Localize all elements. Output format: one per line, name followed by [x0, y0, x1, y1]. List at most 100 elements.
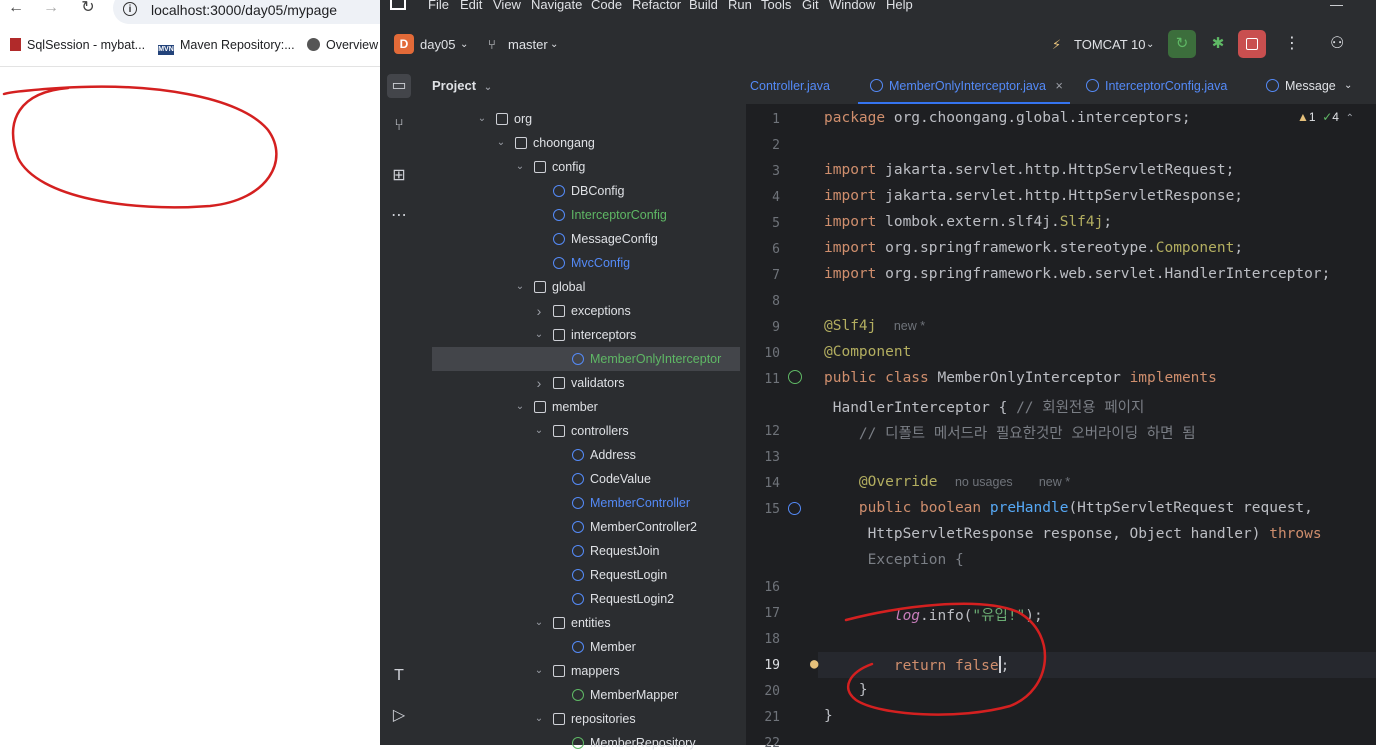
tree-item-global[interactable]: ⌄ global: [418, 275, 740, 299]
intellij-ide-window: File Edit View Navigate Code Refactor Bu…: [380, 0, 1376, 751]
branch-chevron-down-icon[interactable]: ⌄: [550, 39, 558, 50]
tree-item-codevalue[interactable]: CodeValue: [418, 467, 740, 491]
inlay-hint[interactable]: no usages: [955, 475, 1013, 489]
tree-item-repositories[interactable]: ⌄ repositories: [418, 707, 740, 731]
chevron-down-icon[interactable]: ⌄: [533, 707, 545, 731]
rerun-button[interactable]: ↻: [1168, 30, 1196, 58]
menu-help[interactable]: Help: [886, 0, 913, 12]
menu-tools[interactable]: Tools: [761, 0, 791, 12]
main-toolbar: D day05 ⌄ ⑂ master ⌄ ⚡ TOMCAT 10 ⌄ ↻ ✱ ⋮…: [380, 22, 1376, 68]
tree-item-controllers[interactable]: ⌄ controllers: [418, 419, 740, 443]
back-button[interactable]: ←: [5, 0, 27, 18]
tree-item-dbconfig[interactable]: DBConfig: [418, 179, 740, 203]
tabs-overflow-chevron-icon[interactable]: ⌄: [1344, 68, 1352, 104]
structure-icon[interactable]: ⊞: [387, 164, 411, 188]
menu-edit[interactable]: Edit: [460, 0, 482, 12]
chevron-down-icon[interactable]: ⌄: [533, 611, 545, 635]
inspection-widget[interactable]: ▲1 ✓4 ⌃: [1297, 110, 1354, 124]
project-chevron-down-icon[interactable]: ⌄: [460, 39, 468, 50]
branch-name[interactable]: master: [508, 37, 548, 52]
tree-item-requestlogin[interactable]: RequestLogin: [418, 563, 740, 587]
lightbulb-icon[interactable]: ●: [810, 656, 818, 672]
tree-item-interceptors[interactable]: ⌄ interceptors: [418, 323, 740, 347]
tree-item-mappers[interactable]: ⌄ mappers: [418, 659, 740, 683]
class-icon: [572, 353, 584, 365]
intellij-logo-icon[interactable]: [390, 0, 406, 10]
reload-button[interactable]: ↻: [77, 0, 99, 18]
tree-item-mvcconfig[interactable]: MvcConfig: [418, 251, 740, 275]
menu-window[interactable]: Window: [829, 0, 875, 12]
bookmark-sqlsession[interactable]: SqlSession - mybat...: [10, 38, 145, 52]
more-tools-icon[interactable]: ⋯: [387, 204, 411, 228]
code-editor[interactable]: 1 2 3 4 5 6 7 8 9 10 11 12 13 14 15 16 1…: [746, 104, 1376, 751]
menu-code[interactable]: Code: [591, 0, 622, 12]
url-text[interactable]: localhost:3000/day05/mypage: [151, 2, 337, 18]
inlay-hint[interactable]: new *: [894, 319, 925, 333]
tree-item-interceptorconfig[interactable]: InterceptorConfig: [418, 203, 740, 227]
chevron-down-icon[interactable]: ⌄: [514, 155, 526, 179]
tree-item-org[interactable]: ⌄ org: [418, 107, 740, 131]
code-token: @Override: [824, 474, 938, 490]
services-icon[interactable]: ▷: [387, 704, 411, 728]
debug-bug-icon[interactable]: ✱: [1204, 30, 1232, 58]
project-panel-title[interactable]: Project ⌄: [432, 78, 492, 93]
tree-item-memberrepository[interactable]: MemberRepository: [418, 731, 740, 755]
tree-item-memberonlyinterceptor[interactable]: MemberOnlyInterceptor: [432, 347, 740, 371]
inlay-hint[interactable]: new *: [1039, 475, 1070, 489]
spring-bean-gutter-icon[interactable]: [788, 370, 802, 384]
chevron-down-icon[interactable]: ⌄: [476, 107, 488, 131]
menu-git[interactable]: Git: [802, 0, 819, 12]
tree-item-exceptions[interactable]: › exceptions: [418, 299, 740, 323]
chevron-down-icon[interactable]: ⌄: [514, 275, 526, 299]
tree-item-membercontroller2[interactable]: MemberController2: [418, 515, 740, 539]
chevron-right-icon[interactable]: ›: [533, 299, 545, 323]
menu-refactor[interactable]: Refactor: [632, 0, 681, 12]
chevron-down-icon[interactable]: ⌄: [533, 659, 545, 683]
tree-item-validators[interactable]: › validators: [418, 371, 740, 395]
tree-item-requestjoin[interactable]: RequestJoin: [418, 539, 740, 563]
forward-button[interactable]: →: [40, 0, 62, 18]
add-user-icon[interactable]: ⚇: [1330, 33, 1344, 53]
minimize-button[interactable]: —: [1330, 0, 1343, 12]
bookmark-maven[interactable]: MVN Maven Repository:...: [158, 38, 295, 55]
tree-item-requestlogin2[interactable]: RequestLogin2: [418, 587, 740, 611]
tab-member-only-interceptor[interactable]: MemberOnlyInterceptor.java ×: [858, 68, 1070, 104]
tree-item-messageconfig[interactable]: MessageConfig: [418, 227, 740, 251]
tree-item-address[interactable]: Address: [418, 443, 740, 467]
menu-run[interactable]: Run: [728, 0, 752, 12]
chevron-down-icon[interactable]: ⌄: [514, 395, 526, 419]
code-token: "유입!": [972, 608, 1026, 624]
run-config-name[interactable]: TOMCAT 10: [1074, 37, 1146, 52]
project-folder-icon[interactable]: ▭: [387, 74, 411, 98]
tab-controller[interactable]: Controller.java: [750, 68, 830, 104]
project-name[interactable]: day05: [420, 37, 455, 52]
text-tool-icon[interactable]: T: [387, 664, 411, 688]
tree-item-member[interactable]: ⌄ member: [418, 395, 740, 419]
chevron-down-icon[interactable]: ⌄: [533, 419, 545, 443]
menu-view[interactable]: View: [493, 0, 521, 12]
tree-item-membercontroller[interactable]: MemberController: [418, 491, 740, 515]
project-badge[interactable]: D: [394, 34, 414, 54]
tree-item-config[interactable]: ⌄ config: [418, 155, 740, 179]
tree-item-choongang[interactable]: ⌄ choongang: [418, 131, 740, 155]
run-config-chevron-down-icon[interactable]: ⌄: [1146, 39, 1154, 50]
commit-icon[interactable]: ⑂: [387, 114, 411, 138]
tree-item-membermapper[interactable]: MemberMapper: [418, 683, 740, 707]
tree-item-member[interactable]: Member: [418, 635, 740, 659]
tab-interceptor-config[interactable]: InterceptorConfig.java: [1086, 68, 1227, 104]
tree-item-entities[interactable]: ⌄ entities: [418, 611, 740, 635]
menu-file[interactable]: File: [428, 0, 449, 12]
chevron-down-icon[interactable]: ⌄: [495, 131, 507, 155]
stop-button[interactable]: [1238, 30, 1266, 58]
address-bar[interactable]: i localhost:3000/day05/mypage: [113, 0, 403, 24]
override-gutter-icon[interactable]: [788, 502, 801, 515]
close-tab-icon[interactable]: ×: [1056, 79, 1063, 93]
bookmark-overview[interactable]: Overview: [307, 38, 378, 52]
chevron-down-icon[interactable]: ⌄: [533, 323, 545, 347]
menu-navigate[interactable]: Navigate: [531, 0, 582, 12]
more-actions-icon[interactable]: ⋮: [1284, 33, 1300, 53]
tab-message[interactable]: Message: [1266, 68, 1336, 104]
menu-build[interactable]: Build: [689, 0, 718, 12]
chevron-right-icon[interactable]: ›: [533, 371, 545, 395]
site-info-icon[interactable]: i: [123, 2, 137, 16]
